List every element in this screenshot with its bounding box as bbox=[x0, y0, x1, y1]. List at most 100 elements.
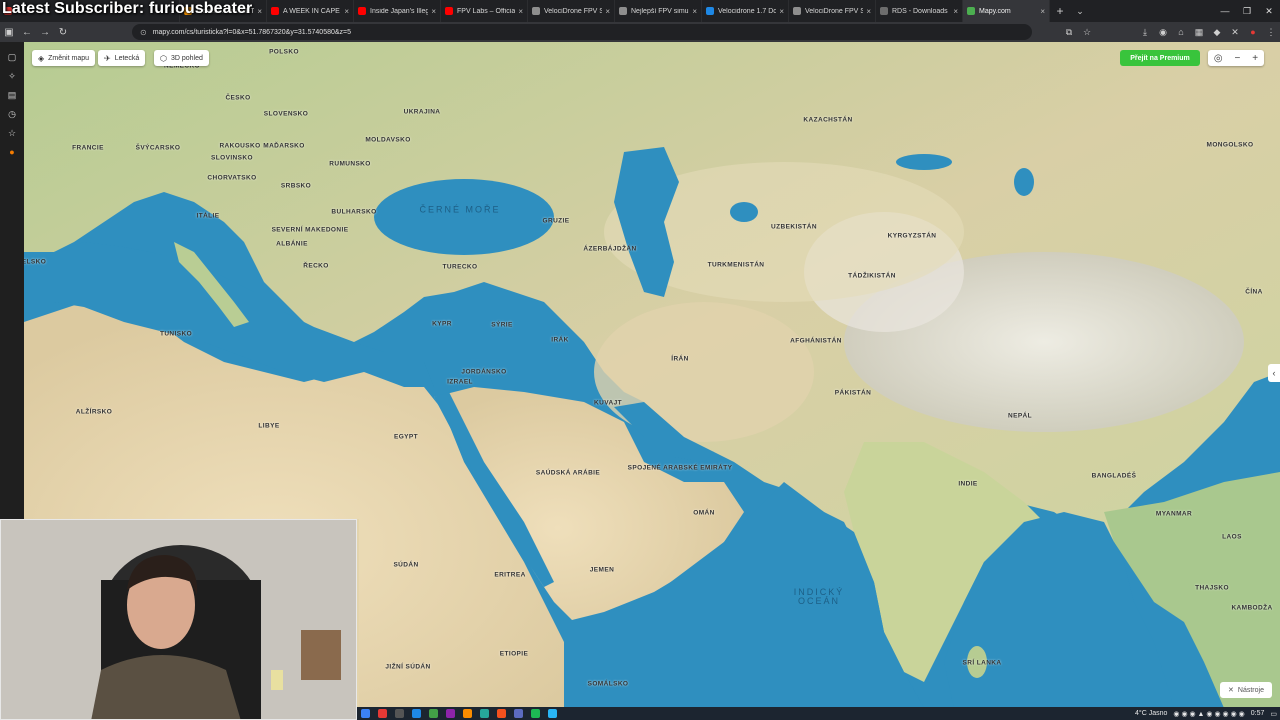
country-label: LIBYE bbox=[258, 422, 280, 430]
app-icon[interactable] bbox=[548, 709, 557, 718]
app-icon[interactable] bbox=[463, 709, 472, 718]
tab-favicon-icon bbox=[880, 7, 888, 15]
forward-icon[interactable]: → bbox=[36, 27, 54, 38]
extension-icon[interactable]: ✕ bbox=[1226, 27, 1244, 38]
extension-icon[interactable]: ● bbox=[1244, 27, 1262, 38]
country-label: JORDÁNSKO bbox=[461, 368, 507, 376]
start-icon[interactable] bbox=[361, 709, 370, 718]
browser-tab[interactable]: VelociDrone FPV Sim× bbox=[789, 0, 876, 22]
app-icon[interactable] bbox=[514, 709, 523, 718]
tab-close-icon[interactable]: × bbox=[518, 7, 523, 16]
weather-text[interactable]: 4°C Jasno bbox=[1135, 710, 1167, 717]
locate-icon[interactable]: ◎ bbox=[1214, 53, 1223, 64]
tools-label: Nástroje bbox=[1237, 686, 1264, 694]
tab-label: RDS - Downloads bbox=[892, 7, 948, 15]
country-label: IRÁK bbox=[551, 336, 569, 344]
spotify-icon[interactable] bbox=[531, 709, 540, 718]
country-label: ŠVÝCARSKO bbox=[135, 144, 181, 152]
app-window: ×Amazon.com: NETGEAR×A WEEK IN CAPE YORK… bbox=[0, 0, 1280, 720]
minimize-icon[interactable]: — bbox=[1214, 6, 1236, 17]
browser-tab[interactable]: Velocidrone 1.7 Down× bbox=[702, 0, 789, 22]
menu-icon[interactable]: ⋮ bbox=[1262, 27, 1280, 38]
browser-tab[interactable]: FPV Labs – Official Re× bbox=[441, 0, 528, 22]
country-label: SÚDÁN bbox=[393, 561, 419, 569]
country-label: AFGHÁNISTÁN bbox=[790, 337, 842, 345]
tabs-icon[interactable]: ▢ bbox=[5, 50, 19, 64]
bookmark-star-icon[interactable]: ☆ bbox=[1078, 27, 1096, 38]
browser-tab[interactable]: Mapy.com × bbox=[963, 0, 1050, 22]
tab-close-icon[interactable]: × bbox=[431, 7, 436, 16]
app-icon[interactable] bbox=[429, 709, 438, 718]
notifications-icon[interactable]: ▭ bbox=[1270, 710, 1277, 718]
panel-collapse-button[interactable]: ‹ bbox=[1268, 364, 1280, 382]
tab-label: FPV Labs – Official Re bbox=[457, 7, 516, 15]
extensions-icon[interactable]: ⌂ bbox=[1172, 27, 1190, 38]
country-label: JIŽNÍ SÚDÁN bbox=[385, 663, 431, 671]
tab-close-icon[interactable]: × bbox=[1040, 7, 1045, 16]
download-icon[interactable]: ⤓ bbox=[1136, 27, 1154, 38]
maximize-icon[interactable]: ❐ bbox=[1236, 6, 1258, 17]
aerial-button[interactable]: ✈ Letecká bbox=[98, 50, 146, 66]
app-icon[interactable] bbox=[395, 709, 404, 718]
extension-icon[interactable]: ▦ bbox=[1190, 27, 1208, 38]
close-icon[interactable]: ✕ bbox=[1258, 6, 1280, 17]
tab-close-icon[interactable]: × bbox=[605, 7, 610, 16]
country-label: INDIE bbox=[958, 480, 978, 488]
tab-close-icon[interactable]: × bbox=[953, 7, 958, 16]
country-label: ÍRÁN bbox=[671, 355, 689, 363]
screenshot-icon[interactable]: ⧉ bbox=[1060, 27, 1078, 38]
tray-icons[interactable]: ◉ ◉ ◉ ▲ ◉ ◉ ◉ ◉ ◉ bbox=[1173, 710, 1244, 718]
back-icon[interactable]: ← bbox=[18, 27, 36, 38]
layers-icon: ◈ bbox=[38, 53, 45, 63]
tab-favicon-icon bbox=[793, 7, 801, 15]
change-map-button[interactable]: ◈ Změnit mapu bbox=[32, 50, 96, 66]
history-icon[interactable]: ◷ bbox=[5, 107, 19, 121]
new-tab-button[interactable]: + bbox=[1050, 4, 1070, 18]
country-label: ERITREA bbox=[494, 571, 526, 579]
reload-icon[interactable]: ↻ bbox=[54, 27, 72, 38]
clock-text[interactable]: 0:57 bbox=[1251, 710, 1265, 717]
stream-subscriber-overlay: Latest Subscriber: furiousbeater bbox=[2, 0, 253, 17]
extension-icon[interactable]: ◆ bbox=[1208, 27, 1226, 38]
site-info-icon[interactable]: ⊙ bbox=[140, 28, 147, 37]
tab-search-icon[interactable]: ⌄ bbox=[1070, 6, 1090, 17]
account-icon[interactable]: ◉ bbox=[1154, 27, 1172, 38]
brave-icon[interactable]: ● bbox=[5, 145, 19, 159]
browser-tab[interactable]: VelociDrone FPV Sim× bbox=[528, 0, 615, 22]
tab-favicon-icon bbox=[532, 7, 540, 15]
country-label: JEMEN bbox=[589, 566, 615, 574]
tab-close-icon[interactable]: × bbox=[257, 7, 262, 16]
browser-tab[interactable]: Inside Japan's Illegal × bbox=[354, 0, 441, 22]
premium-button[interactable]: Přejít na Premium bbox=[1120, 50, 1200, 66]
app-icon[interactable] bbox=[412, 709, 421, 718]
zoom-out-button[interactable]: − bbox=[1235, 53, 1241, 64]
zoom-in-button[interactable]: + bbox=[1252, 53, 1258, 64]
browser-tab[interactable]: RDS - Downloads × bbox=[876, 0, 963, 22]
browser-tab[interactable]: A WEEK IN CAPE YORK× bbox=[267, 0, 354, 22]
tab-label: VelociDrone FPV Sim bbox=[544, 7, 602, 15]
window-controls: — ❐ ✕ bbox=[1214, 6, 1280, 17]
tab-label: VelociDrone FPV Sim bbox=[805, 7, 863, 15]
wallet-icon[interactable]: ▤ bbox=[5, 88, 19, 102]
satellite-icon: ✈ bbox=[104, 53, 111, 63]
app-icon[interactable] bbox=[480, 709, 489, 718]
tab-favicon-icon bbox=[358, 7, 366, 15]
browser-tab[interactable]: Nejlepší FPV simuláto× bbox=[615, 0, 702, 22]
tab-close-icon[interactable]: × bbox=[866, 7, 871, 16]
address-bar[interactable]: ⊙ mapy.com/cs/turisticka?l=0&x=51.786732… bbox=[132, 24, 1032, 40]
tab-close-icon[interactable]: × bbox=[692, 7, 697, 16]
sidebar-toggle-icon[interactable]: ▣ bbox=[0, 27, 18, 38]
bookmarks-icon[interactable]: ☆ bbox=[5, 126, 19, 140]
app-icon[interactable] bbox=[446, 709, 455, 718]
tab-label: Nejlepší FPV simuláto bbox=[631, 7, 689, 15]
3d-view-button[interactable]: ⬡ 3D pohled bbox=[154, 50, 209, 66]
country-label: THAJSKO bbox=[1195, 584, 1229, 592]
tools-button[interactable]: ✕ Nástroje bbox=[1220, 682, 1272, 698]
app-icon[interactable] bbox=[378, 709, 387, 718]
brave-taskbar-icon[interactable] bbox=[497, 709, 506, 718]
tab-close-icon[interactable]: × bbox=[779, 7, 784, 16]
ai-icon[interactable]: ✧ bbox=[5, 69, 19, 83]
tab-close-icon[interactable]: × bbox=[344, 7, 349, 16]
country-label: KAZACHSTÁN bbox=[803, 116, 853, 124]
